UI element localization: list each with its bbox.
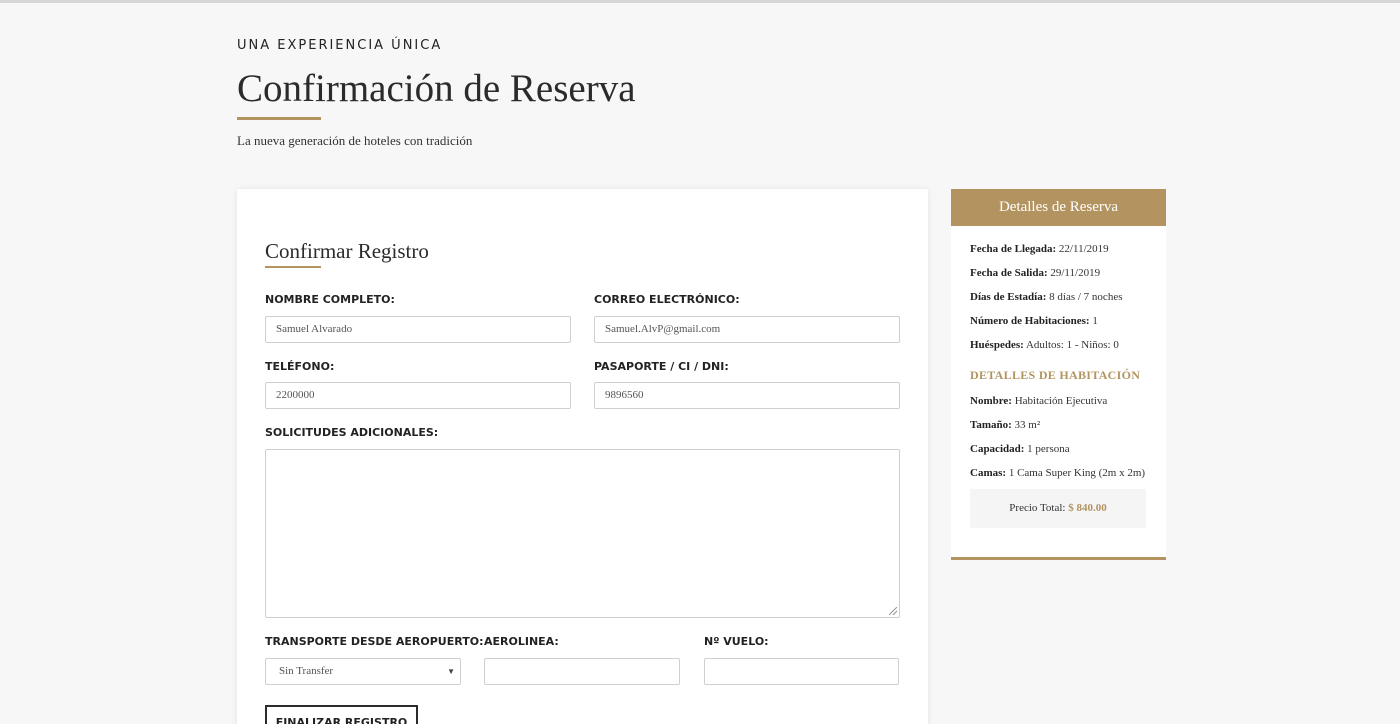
- total-price-label: Precio Total:: [1009, 502, 1066, 514]
- detail-label: Número de Habitaciones:: [970, 315, 1090, 327]
- detail-label: Tamaño:: [970, 419, 1012, 431]
- full-name-label: NOMBRE COMPLETO:: [265, 293, 395, 306]
- detail-value: 1 Cama Super King (2m x 2m): [1008, 467, 1146, 479]
- transport-selected-value: Sin Transfer: [279, 665, 334, 677]
- detail-label: Fecha de Llegada:: [970, 243, 1057, 255]
- detail-label: Capacidad:: [970, 443, 1025, 455]
- detail-value: 29/11/2019: [1050, 267, 1101, 279]
- room-capacity: Capacidad: 1 persona: [970, 443, 1070, 455]
- flight-label: Nº VUELO:: [704, 635, 769, 648]
- detail-value: 1 persona: [1027, 443, 1070, 455]
- detail-label: Fecha de Salida:: [970, 267, 1048, 279]
- transport-label: TRANSPORTE DESDE AEROPUERTO:: [265, 635, 484, 648]
- phone-label: TELÉFONO:: [265, 360, 335, 373]
- detail-departure: Fecha de Salida: 29/11/2019: [970, 267, 1100, 279]
- phone-input[interactable]: 2200000: [265, 382, 571, 409]
- room-name: Nombre: Habitación Ejecutiva: [970, 395, 1107, 407]
- airline-label: AEROLINEA:: [484, 635, 559, 648]
- registration-form: Confirmar Registro NOMBRE COMPLETO: Samu…: [237, 189, 928, 724]
- full-name-input[interactable]: Samuel Alvarado: [265, 316, 571, 343]
- detail-value: 22/11/2019: [1058, 243, 1109, 255]
- page-title: Confirmación de Reserva: [237, 67, 636, 110]
- detail-arrival: Fecha de Llegada: 22/11/2019: [970, 243, 1109, 255]
- detail-value: 1: [1092, 315, 1098, 327]
- detail-guests: Huéspedes: Adultos: 1 - Niños: 0: [970, 339, 1119, 351]
- details-header: Detalles de Reserva: [951, 189, 1166, 226]
- detail-stay: Días de Estadía: 8 días / 7 noches: [970, 291, 1122, 303]
- email-input[interactable]: Samuel.AlvP@gmail.com: [594, 316, 900, 343]
- detail-value: 8 días / 7 noches: [1049, 291, 1123, 303]
- passport-label: PASAPORTE / CI / DNI:: [594, 360, 729, 373]
- booking-details-panel: Detalles de Reserva Fecha de Llegada: 22…: [951, 189, 1166, 560]
- room-beds: Camas: 1 Cama Super King (2m x 2m): [970, 467, 1145, 479]
- detail-value: Adultos: 1 - Niños: 0: [1025, 339, 1119, 351]
- section-underline: [265, 266, 321, 268]
- detail-label: Huéspedes:: [970, 339, 1024, 351]
- detail-label: Días de Estadía:: [970, 291, 1047, 303]
- form-section-title: Confirmar Registro: [265, 239, 429, 263]
- transport-select[interactable]: Sin Transfer ▼: [265, 658, 461, 685]
- chevron-down-icon: ▼: [447, 667, 455, 676]
- resize-handle-icon[interactable]: [889, 607, 897, 615]
- finish-registration-button[interactable]: FINALIZAR REGISTRO: [265, 705, 418, 724]
- detail-label: Camas:: [970, 467, 1007, 479]
- detail-value: Habitación Ejecutiva: [1014, 395, 1108, 407]
- email-label: CORREO ELECTRÓNICO:: [594, 293, 740, 306]
- airline-input[interactable]: [484, 658, 680, 685]
- detail-value: 33 m²: [1014, 419, 1041, 431]
- page-subtitle: La nueva generación de hoteles con tradi…: [237, 133, 473, 148]
- total-price-value: $ 840.00: [1068, 502, 1107, 514]
- passport-input[interactable]: 9896560: [594, 382, 900, 409]
- room-details-heading: DETALLES DE HABITACIÓN: [970, 368, 1141, 382]
- flight-input[interactable]: [704, 658, 899, 685]
- title-underline: [237, 117, 321, 120]
- total-price-box: Precio Total: $ 840.00: [970, 489, 1146, 528]
- room-size: Tamaño: 33 m²: [970, 419, 1040, 431]
- detail-rooms: Número de Habitaciones: 1: [970, 315, 1098, 327]
- detail-label: Nombre:: [970, 395, 1012, 407]
- requests-label: SOLICITUDES ADICIONALES:: [265, 426, 439, 439]
- requests-textarea[interactable]: [265, 449, 900, 618]
- eyebrow-text: UNA EXPERIENCIA ÚNICA: [237, 38, 443, 53]
